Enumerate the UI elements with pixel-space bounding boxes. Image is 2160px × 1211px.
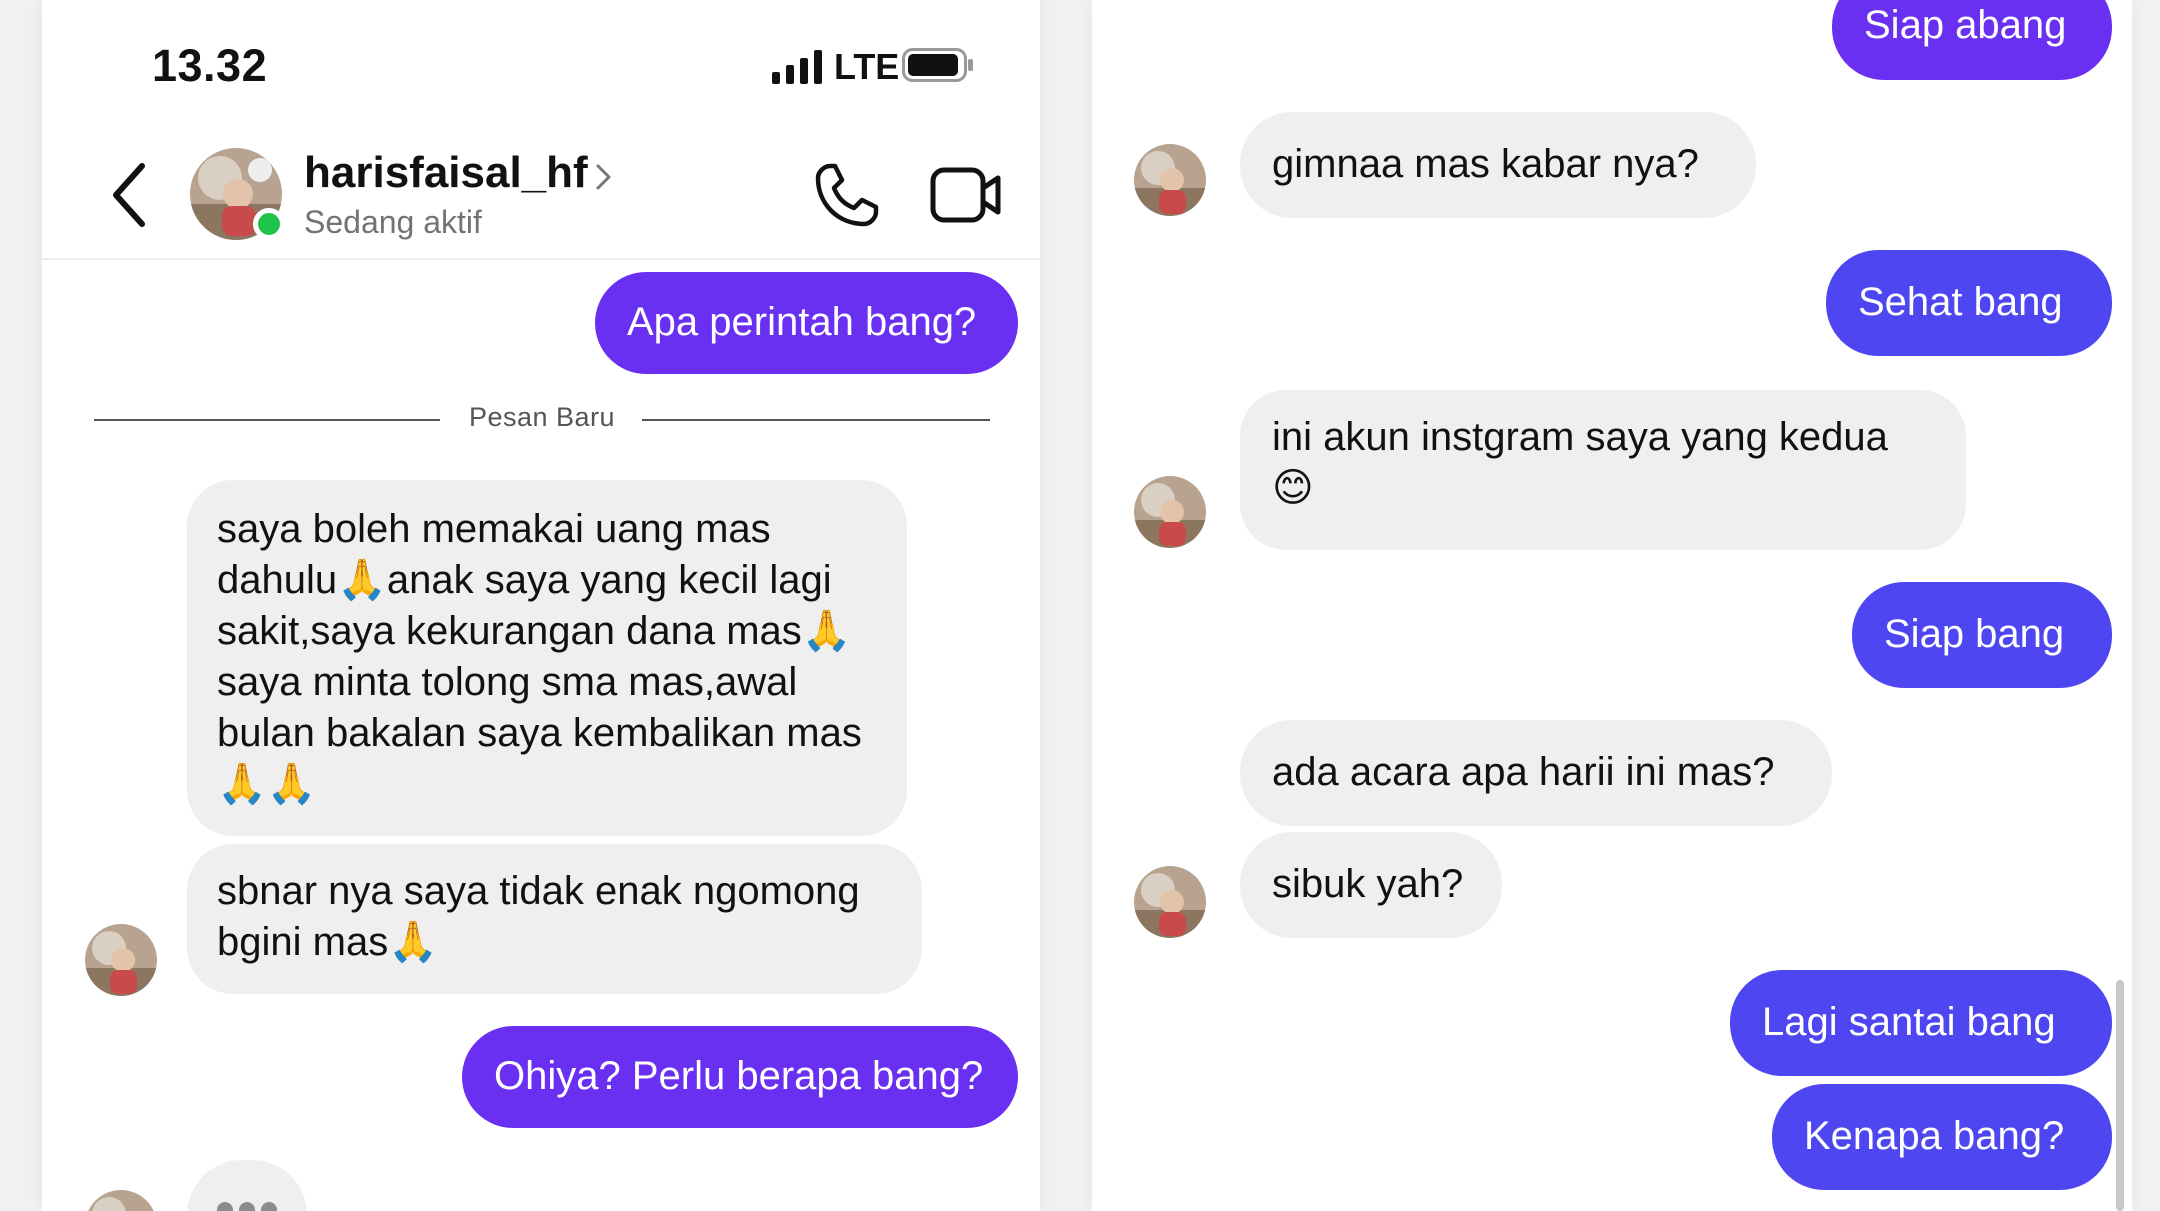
message-incoming[interactable]: ini akun instgram saya yang kedua 😊 bbox=[1240, 390, 1966, 550]
screenshot-collage: 13.32 LTE harisfaisal_hf Sedang aktif Ap… bbox=[0, 0, 2160, 1211]
sender-avatar[interactable] bbox=[1134, 144, 1206, 216]
chevron-right-icon[interactable] bbox=[594, 160, 614, 194]
network-label: LTE bbox=[834, 46, 900, 87]
message-line: 😊 bbox=[1272, 465, 1314, 511]
sender-avatar[interactable] bbox=[85, 1190, 157, 1211]
message-text: Siap abang bbox=[1864, 3, 2067, 47]
active-status: Sedang aktif bbox=[304, 204, 482, 240]
message-line: bulan bakalan saya kembalikan mas bbox=[217, 711, 862, 755]
online-status-dot bbox=[253, 208, 285, 240]
signal-icon bbox=[772, 50, 822, 84]
back-chevron-icon[interactable] bbox=[100, 154, 160, 236]
message-line: saya minta tolong sma mas,awal bbox=[217, 660, 798, 704]
chat-screen-left: 13.32 LTE harisfaisal_hf Sedang aktif Ap… bbox=[42, 0, 1040, 1211]
typing-indicator bbox=[187, 1160, 307, 1211]
chat-screen-right: Siap abang gimnaa mas kabar nya? Sehat b… bbox=[1092, 0, 2132, 1211]
chat-username[interactable]: harisfaisal_hf bbox=[304, 148, 588, 198]
message-line: 🙏🙏 bbox=[217, 761, 317, 807]
chat-header: harisfaisal_hf Sedang aktif bbox=[42, 130, 1040, 260]
typing-dot bbox=[239, 1202, 255, 1211]
message-incoming[interactable]: saya boleh memakai uang mas dahulu🙏anak … bbox=[187, 480, 907, 836]
typing-dot bbox=[217, 1202, 233, 1211]
message-text: Lagi santai bang bbox=[1762, 1000, 2056, 1044]
message-outgoing[interactable]: Ohiya? Perlu berapa bang? bbox=[462, 1026, 1018, 1128]
status-time: 13.32 bbox=[152, 40, 268, 91]
message-incoming[interactable]: ada acara apa harii ini mas? bbox=[1240, 720, 1832, 826]
message-text: Kenapa bang? bbox=[1804, 1114, 2065, 1158]
sender-avatar[interactable] bbox=[1134, 866, 1206, 938]
message-text: ada acara apa harii ini mas? bbox=[1272, 750, 1775, 794]
phone-icon[interactable] bbox=[812, 160, 882, 230]
message-outgoing[interactable]: Siap bang bbox=[1852, 582, 2112, 688]
message-text: sibuk yah? bbox=[1272, 862, 1464, 906]
typing-dot bbox=[261, 1202, 277, 1211]
message-text: gimnaa mas kabar nya? bbox=[1272, 142, 1699, 186]
sender-avatar[interactable] bbox=[85, 924, 157, 996]
sender-avatar[interactable] bbox=[1134, 476, 1206, 548]
message-line: saya boleh memakai uang mas bbox=[217, 507, 771, 551]
new-messages-divider: Pesan Baru bbox=[94, 402, 990, 438]
status-bar: 13.32 LTE bbox=[42, 0, 1040, 120]
message-outgoing[interactable]: Sehat bang bbox=[1826, 250, 2112, 356]
message-text: Sehat bang bbox=[1858, 280, 2063, 324]
message-text: Apa perintah bang? bbox=[627, 300, 977, 344]
message-line: ini akun instgram saya yang kedua bbox=[1272, 415, 1888, 459]
message-incoming[interactable]: sbnar nya saya tidak enak ngomong bgini … bbox=[187, 844, 922, 994]
message-line: bgini mas🙏 bbox=[217, 920, 438, 964]
message-incoming[interactable]: gimnaa mas kabar nya? bbox=[1240, 112, 1756, 218]
message-incoming[interactable]: sibuk yah? bbox=[1240, 832, 1502, 938]
message-line: sbnar nya saya tidak enak ngomong bbox=[217, 869, 860, 913]
message-text: Siap bang bbox=[1884, 612, 2065, 656]
message-line: dahulu🙏anak saya yang kecil lagi bbox=[217, 558, 832, 602]
scrollbar[interactable] bbox=[2116, 980, 2124, 1211]
battery-icon bbox=[902, 48, 973, 82]
message-text: Ohiya? Perlu berapa bang? bbox=[494, 1054, 984, 1098]
divider-label: Pesan Baru bbox=[468, 402, 616, 432]
message-outgoing[interactable]: Kenapa bang? bbox=[1772, 1084, 2112, 1190]
divider-line bbox=[642, 419, 990, 421]
message-outgoing[interactable]: Siap abang bbox=[1832, 0, 2112, 80]
message-outgoing[interactable]: Apa perintah bang? bbox=[595, 272, 1018, 374]
video-camera-icon[interactable] bbox=[930, 164, 1002, 226]
message-line: sakit,saya kekurangan dana mas🙏 bbox=[217, 609, 852, 653]
message-outgoing[interactable]: Lagi santai bang bbox=[1730, 970, 2112, 1076]
